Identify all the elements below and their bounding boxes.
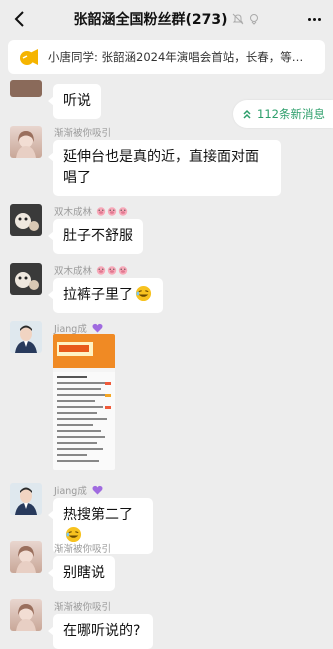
more-dot	[307, 17, 311, 21]
message-bubble[interactable]: 肚子不舒服	[48, 219, 143, 254]
avatar[interactable]	[10, 599, 42, 631]
more-button[interactable]	[303, 9, 325, 29]
message-bubble[interactable]: 听说	[48, 84, 101, 119]
avatar-dog	[15, 213, 39, 231]
avatar[interactable]	[10, 483, 42, 515]
double-chevron-up-icon	[243, 109, 251, 119]
image-message[interactable]	[53, 334, 115, 470]
group-title[interactable]: 张韶涵全国粉丝群(273)	[73, 9, 227, 29]
sender-name: 渐渐被你吸引	[54, 602, 112, 613]
more-dot	[312, 17, 316, 21]
pig-emoji	[118, 207, 128, 216]
sender-name: Jiang成	[54, 321, 103, 335]
pig-emoji	[96, 207, 106, 216]
message-bubble[interactable]: 拉裤子里了	[48, 278, 163, 313]
sender-name: 渐渐被你吸引	[54, 544, 112, 555]
avatar-dog	[15, 272, 39, 290]
avatar[interactable]	[10, 80, 42, 97]
laughing-emoji	[135, 285, 152, 302]
ring-icon	[249, 14, 258, 25]
sender-name-text: Jiang成	[54, 486, 87, 497]
back-button[interactable]	[10, 9, 30, 29]
sender-name: 渐渐被你吸引	[54, 128, 112, 139]
mute-icon	[232, 13, 243, 25]
avatar-portrait	[16, 546, 36, 573]
message-bubble[interactable]: 延伸台也是真的近，直接面对面唱了	[48, 140, 281, 196]
megaphone-icon	[20, 49, 38, 65]
avatar[interactable]	[10, 541, 42, 573]
sender-name: 双木成林	[54, 204, 128, 218]
purple-heart-emoji	[92, 323, 103, 333]
more-dot	[317, 17, 321, 21]
sender-name-text: 双木成林	[54, 266, 93, 277]
avatar[interactable]	[10, 321, 42, 353]
avatar[interactable]	[10, 126, 42, 158]
avatar-portrait	[16, 131, 36, 158]
purple-heart-emoji	[92, 485, 103, 495]
sender-name: Jiang成	[54, 483, 103, 497]
message-bubble[interactable]: 别瞎说	[48, 556, 115, 591]
avatar[interactable]	[10, 204, 42, 236]
back-arrow-icon	[14, 11, 24, 27]
sender-name: 双木成林	[54, 263, 128, 277]
message-bubble[interactable]: 在哪听说的?	[48, 614, 153, 649]
new-messages-pill[interactable]: 112条新消息	[233, 100, 333, 128]
hot-search-screenshot	[53, 334, 115, 462]
avatar[interactable]	[10, 263, 42, 295]
avatar-portrait	[15, 325, 37, 353]
pig-emoji	[107, 207, 117, 216]
message-text: 拉裤子里了	[63, 287, 133, 303]
notice-text: 小唐同学: 张韶涵2024年演唱会首站，长春，等…	[48, 50, 304, 64]
title-wrap: 张韶涵全国粉丝群(273)	[73, 9, 259, 29]
message-text: 热搜第二了	[63, 507, 133, 523]
avatar-portrait	[15, 487, 37, 515]
pig-emoji	[96, 266, 106, 275]
chat-header: 张韶涵全国粉丝群(273)	[0, 0, 333, 38]
pig-emoji	[107, 266, 117, 275]
pig-emoji	[118, 266, 128, 275]
new-messages-label: 112条新消息	[257, 107, 325, 121]
sender-name-text: 双木成林	[54, 207, 93, 218]
group-notice-bar[interactable]: 小唐同学: 张韶涵2024年演唱会首站，长春，等…	[8, 40, 325, 74]
avatar-portrait	[16, 604, 36, 631]
